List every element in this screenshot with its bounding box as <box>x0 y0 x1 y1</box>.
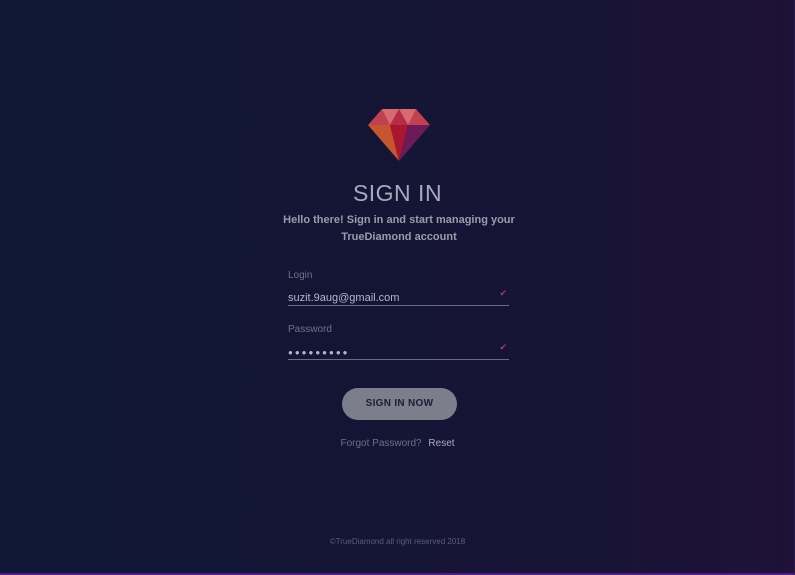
login-label: Login <box>288 270 313 281</box>
footer-copyright: ©TrueDiamond all right reserved 2018 <box>329 537 466 546</box>
forgot-password-row: Forgot Password? Reset <box>0 438 795 449</box>
password-input[interactable]: ●●●●●●●●● ✔ <box>288 342 509 360</box>
forgot-password-text: Forgot Password? <box>340 438 422 449</box>
login-value[interactable]: suzit.9aug@gmail.com <box>288 292 399 304</box>
signin-screen: SIGN IN Hello there! Sign in and start m… <box>0 0 795 575</box>
checkmark-icon: ✔ <box>499 288 507 298</box>
login-field: Login suzit.9aug@gmail.com ✔ <box>288 270 509 306</box>
login-input[interactable]: suzit.9aug@gmail.com ✔ <box>288 288 509 306</box>
checkmark-icon: ✔ <box>499 342 507 352</box>
diamond-logo-icon <box>368 109 430 161</box>
password-field: Password ●●●●●●●●● ✔ <box>288 324 509 360</box>
reset-link[interactable]: Reset <box>428 438 454 449</box>
page-subtitle: Hello there! Sign in and start managing … <box>283 214 515 243</box>
sign-in-button[interactable]: SIGN IN NOW <box>342 388 457 420</box>
password-value[interactable]: ●●●●●●●●● <box>288 348 350 357</box>
password-label: Password <box>288 324 332 335</box>
page-title: SIGN IN <box>352 180 443 206</box>
